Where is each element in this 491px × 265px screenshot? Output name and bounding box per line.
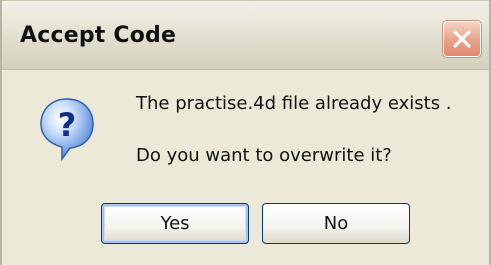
close-button[interactable] — [442, 20, 482, 58]
no-button[interactable]: No — [262, 203, 410, 244]
question-icon: ? — [38, 96, 96, 162]
title-bar[interactable]: Accept Code — [2, 0, 489, 70]
message-line-2: Do you want to overwrite it? — [136, 145, 392, 166]
yes-button[interactable]: Yes — [101, 203, 249, 244]
svg-text:?: ? — [58, 106, 77, 144]
accept-code-dialog: Accept Code ? The practise.4d file alrea… — [0, 0, 491, 265]
close-icon — [453, 30, 471, 48]
dialog-title: Accept Code — [20, 23, 177, 48]
message-line-1: The practise.4d file already exists . — [136, 93, 452, 114]
